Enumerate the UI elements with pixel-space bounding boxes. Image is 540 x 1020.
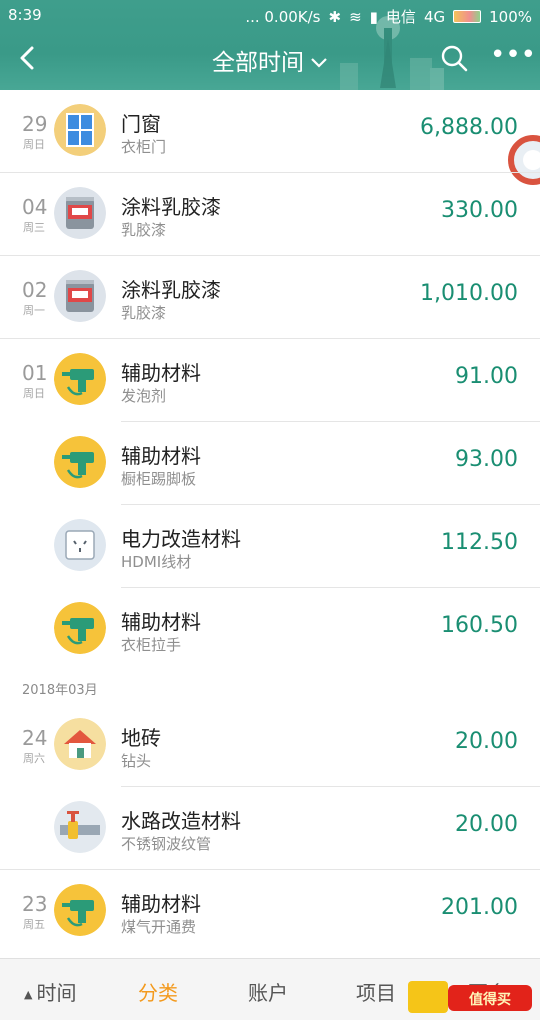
date-weekday: 周六 bbox=[23, 752, 45, 765]
date-weekday: 周三 bbox=[23, 221, 45, 234]
category-name: 涂料乳胶漆 bbox=[121, 278, 221, 302]
date-day: 29 bbox=[22, 112, 48, 136]
category-name: 辅助材料 bbox=[121, 892, 201, 916]
drill-icon bbox=[54, 602, 106, 654]
record-amount: 201.00 bbox=[441, 895, 518, 920]
house-icon bbox=[54, 718, 106, 770]
bluetooth-icon: ✱ bbox=[328, 7, 342, 26]
record-note: 钻头 bbox=[121, 752, 152, 770]
tab-label: 账户 bbox=[248, 981, 288, 1005]
list-item[interactable]: 辅助材料 衣柜拉手 160.50 bbox=[0, 588, 540, 670]
record-amount: 330.00 bbox=[441, 198, 518, 223]
page-title: 全部时间 bbox=[212, 50, 304, 76]
date-day: 24 bbox=[22, 726, 48, 750]
power-socket-icon bbox=[54, 519, 106, 571]
record-note: HDMI线材 bbox=[121, 553, 192, 571]
record-amount: 160.50 bbox=[441, 613, 518, 638]
paint-bucket-icon bbox=[54, 187, 106, 239]
category-name: 地砖 bbox=[121, 726, 161, 750]
date-day: 04 bbox=[22, 195, 48, 219]
drill-icon bbox=[54, 436, 106, 488]
date-weekday: 周五 bbox=[23, 918, 45, 931]
category-name: 辅助材料 bbox=[121, 361, 201, 385]
category-name: 水路改造材料 bbox=[121, 809, 241, 833]
category-name: 辅助材料 bbox=[121, 610, 201, 634]
navbar: 全部时间 ••• bbox=[0, 30, 540, 88]
list-item[interactable]: 水路改造材料 不锈钢波纹管 20.00 bbox=[0, 787, 540, 869]
list-item[interactable]: 01 周日 辅助材料 发泡剂 91.00 bbox=[0, 339, 540, 421]
record-note: 煤气开通费 bbox=[121, 918, 197, 936]
tab-account[interactable]: 账户 bbox=[248, 977, 288, 1006]
battery-icon bbox=[453, 10, 482, 23]
record-amount: 112.50 bbox=[441, 530, 518, 555]
record-note: 衣柜拉手 bbox=[121, 636, 182, 654]
list-item[interactable]: 23 周五 辅助材料 煤气开通费 201.00 bbox=[0, 870, 540, 952]
date-weekday: 周日 bbox=[23, 138, 45, 151]
category-name: 涂料乳胶漆 bbox=[121, 195, 221, 219]
wifi-icon: ≋ bbox=[349, 7, 362, 26]
date-weekday: 周一 bbox=[23, 304, 45, 317]
chevron-down-icon bbox=[310, 54, 328, 73]
list-item[interactable]: 04 周三 涂料乳胶漆 乳胶漆 330.00 bbox=[0, 173, 540, 255]
watermark-logo: 值得买 bbox=[408, 981, 532, 1013]
record-amount: 20.00 bbox=[455, 729, 518, 754]
record-amount: 6,888.00 bbox=[420, 115, 518, 140]
window-icon bbox=[54, 104, 106, 156]
category-name: 辅助材料 bbox=[121, 444, 201, 468]
status-time: 8:39 bbox=[8, 6, 42, 24]
date-day: 01 bbox=[22, 361, 48, 385]
tab-category[interactable]: 分类 bbox=[138, 977, 178, 1006]
status-bar: 8:39 ... 0.00K/s ✱ ≋ ▮ 电信 4G 100% bbox=[0, 0, 540, 30]
record-amount: 1,010.00 bbox=[420, 281, 518, 306]
tab-label: 时间 bbox=[36, 981, 77, 1005]
tab-project[interactable]: 项目 bbox=[356, 977, 396, 1006]
record-note: 乳胶漆 bbox=[121, 221, 167, 239]
record-note: 发泡剂 bbox=[121, 387, 167, 405]
sort-arrows-icon: ▲ bbox=[24, 988, 33, 1001]
date-day: 02 bbox=[22, 278, 48, 302]
bottom-tab-bar: ▲时间 分类 账户 项目 更多 值得买 bbox=[0, 958, 540, 1020]
more-dots-icon[interactable]: ••• bbox=[490, 42, 536, 72]
record-note: 衣柜门 bbox=[121, 138, 167, 156]
category-name: 门窗 bbox=[121, 112, 161, 136]
signal-icon: ▮ bbox=[369, 7, 378, 26]
status-right: ... 0.00K/s ✱ ≋ ▮ 电信 4G 100% bbox=[245, 6, 532, 27]
paint-bucket-icon bbox=[54, 270, 106, 322]
record-note: 不锈钢波纹管 bbox=[121, 835, 212, 853]
tab-time[interactable]: ▲ 时间 bbox=[24, 977, 76, 1006]
tab-label: 分类 bbox=[138, 981, 178, 1005]
search-icon[interactable] bbox=[440, 44, 468, 72]
date-weekday: 周日 bbox=[23, 387, 45, 400]
record-note: 乳胶漆 bbox=[121, 304, 167, 322]
network-type: 4G bbox=[423, 7, 446, 26]
record-amount: 93.00 bbox=[455, 447, 518, 472]
list-item[interactable]: 辅助材料 橱柜踢脚板 93.00 bbox=[0, 422, 540, 504]
record-amount: 91.00 bbox=[455, 364, 518, 389]
list-item[interactable]: 电力改造材料 HDMI线材 112.50 bbox=[0, 505, 540, 587]
battery-percent: 100% bbox=[489, 7, 532, 26]
svg-text:值得买: 值得买 bbox=[469, 991, 511, 1008]
water-pipe-icon bbox=[54, 801, 106, 853]
list-item[interactable]: 29 周日 门窗 衣柜门 6,888.00 bbox=[0, 90, 540, 172]
record-note: 橱柜踢脚板 bbox=[121, 470, 197, 488]
list-item[interactable]: 02 周一 涂料乳胶漆 乳胶漆 1,010.00 bbox=[0, 256, 540, 338]
carrier: 电信 bbox=[385, 8, 416, 26]
list-item[interactable]: 24 周六 地砖 钻头 20.00 bbox=[0, 704, 540, 786]
header: 8:39 ... 0.00K/s ✱ ≋ ▮ 电信 4G 100% 全部时间 •… bbox=[0, 0, 540, 90]
drill-icon bbox=[54, 353, 106, 405]
tab-label: 项目 bbox=[356, 981, 396, 1005]
month-header: 2018年03月 bbox=[22, 683, 98, 698]
date-day: 23 bbox=[22, 892, 48, 916]
network-speed: ... 0.00K/s bbox=[245, 7, 321, 26]
record-amount: 20.00 bbox=[455, 812, 518, 837]
drill-icon bbox=[54, 884, 106, 936]
category-name: 电力改造材料 bbox=[121, 527, 241, 551]
